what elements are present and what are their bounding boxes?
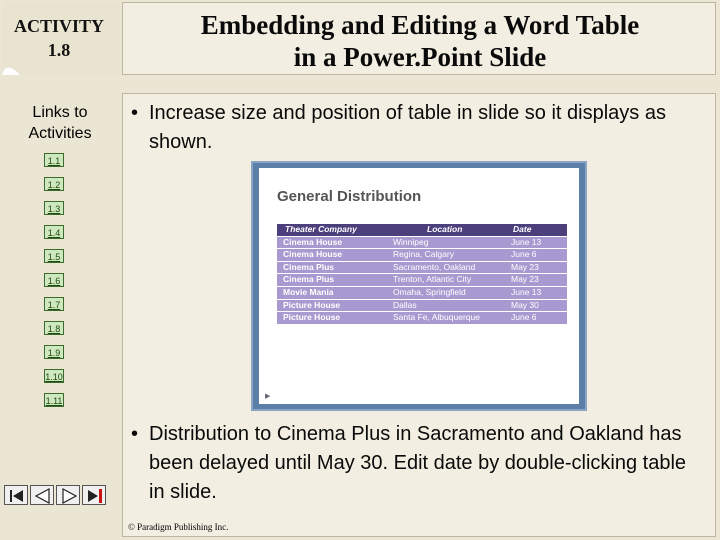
word-table[interactable]: Theater Company Location Date Cinema Hou… (277, 224, 567, 325)
table-cell: May 30 (511, 299, 539, 310)
table-cell: June 6 (511, 312, 537, 323)
slide-title-line2: in a Power.Point Slide (293, 42, 547, 72)
bullet-marker: • (131, 423, 139, 445)
column-header: Location (427, 224, 463, 234)
bullet-marker: • (131, 102, 139, 124)
activity-link-1-2[interactable]: 1.2 (44, 177, 64, 191)
table-row: Picture House Dallas May 30 (277, 299, 567, 313)
table-cell: June 13 (511, 286, 542, 297)
table-cell: Picture House (283, 312, 341, 323)
table-cell: May 23 (511, 261, 539, 272)
table-cell: June 6 (511, 249, 537, 260)
activity-link-1-11[interactable]: 1.11 (44, 393, 64, 407)
table-cell: May 23 (511, 274, 539, 285)
slide-navigation-controls (4, 485, 110, 507)
activity-link-1-10[interactable]: 1.10 (44, 369, 64, 383)
previous-slide-icon[interactable] (30, 485, 54, 505)
activity-link-1-5[interactable]: 1.5 (44, 249, 64, 263)
table-cell: Movie Mania (283, 286, 334, 297)
table-cell: Trenton, Atlantic City (393, 274, 472, 285)
table-cell: Dallas (393, 299, 417, 310)
table-cell: Omaha, Springfield (393, 286, 466, 297)
links-heading-line1: Links to (32, 104, 88, 121)
activity-label: ACTIVITY (13, 16, 105, 36)
table-row: Cinema House Winnipeg June 13 (277, 236, 567, 250)
table-cell: Cinema House (283, 249, 343, 260)
table-cell: Cinema House (283, 236, 343, 247)
content-panel: • Increase size and position of table in… (122, 93, 716, 537)
table-cell: Winnipeg (393, 236, 429, 247)
bullet-item: • Distribution to Cinema Plus in Sacrame… (131, 420, 691, 507)
embedded-slide-screenshot: General Distribution Theater Company Loc… (251, 161, 587, 411)
activity-link-1-7[interactable]: 1.7 (44, 297, 64, 311)
slide-title-panel: Embedding and Editing a Word Table in a … (122, 2, 716, 75)
column-header: Date (513, 224, 532, 234)
slide-title-line1: Embedding and Editing a Word Table (200, 10, 640, 40)
slide-canvas: General Distribution Theater Company Loc… (259, 168, 579, 404)
table-row: Cinema Plus Trenton, Atlantic City May 2… (277, 274, 567, 287)
column-header: Theater Company (285, 224, 357, 234)
links-heading: Links to Activities (10, 102, 110, 144)
table-cell: Cinema Plus (283, 261, 335, 272)
links-heading-line2: Activities (28, 125, 92, 142)
bullet-text: Increase size and position of table in s… (149, 102, 666, 153)
table-cell: Cinema Plus (283, 274, 335, 285)
next-slide-icon[interactable] (56, 485, 80, 505)
activity-link-1-8[interactable]: 1.8 (44, 321, 64, 335)
table-row: Cinema Plus Sacramento, Oakland May 23 (277, 261, 567, 275)
table-cell: Sacramento, Oakland (393, 261, 476, 272)
table-cell: Santa Fe, Albuquerque (393, 312, 480, 323)
bullet-item: • Increase size and position of table in… (131, 99, 691, 157)
slide-heading: General Distribution (277, 188, 422, 205)
activity-link-1-4[interactable]: 1.4 (44, 225, 64, 239)
table-row: Cinema House Regina, Calgary June 6 (277, 249, 567, 262)
last-slide-icon[interactable] (82, 485, 106, 505)
copyright-notice: © Paradigm Publishing Inc. (128, 522, 229, 532)
table-cell: Regina, Calgary (393, 249, 454, 260)
activity-link-1-6[interactable]: 1.6 (44, 273, 64, 287)
activity-number: 1.8 (47, 40, 71, 60)
activity-link-1-9[interactable]: 1.9 (44, 345, 64, 359)
activity-link-1-3[interactable]: 1.3 (44, 201, 64, 215)
activity-badge: ACTIVITY 1.8 (2, 2, 120, 75)
first-slide-icon[interactable] (4, 485, 28, 505)
slide-arrow-icon: ▶ (265, 393, 271, 400)
table-header-row: Theater Company Location Date (277, 224, 567, 237)
bullet-text: Distribution to Cinema Plus in Sacrament… (149, 423, 687, 503)
slide-title: Embedding and Editing a Word Table in a … (123, 9, 717, 73)
table-cell: Picture House (283, 299, 341, 310)
activity-title: ACTIVITY 1.8 (2, 14, 116, 62)
table-row: Picture House Santa Fe, Albuquerque June… (277, 312, 567, 325)
table-row: Movie Mania Omaha, Springfield June 13 (277, 286, 567, 300)
table-cell: June 13 (511, 236, 542, 247)
activity-link-1-1[interactable]: 1.1 (44, 153, 64, 167)
